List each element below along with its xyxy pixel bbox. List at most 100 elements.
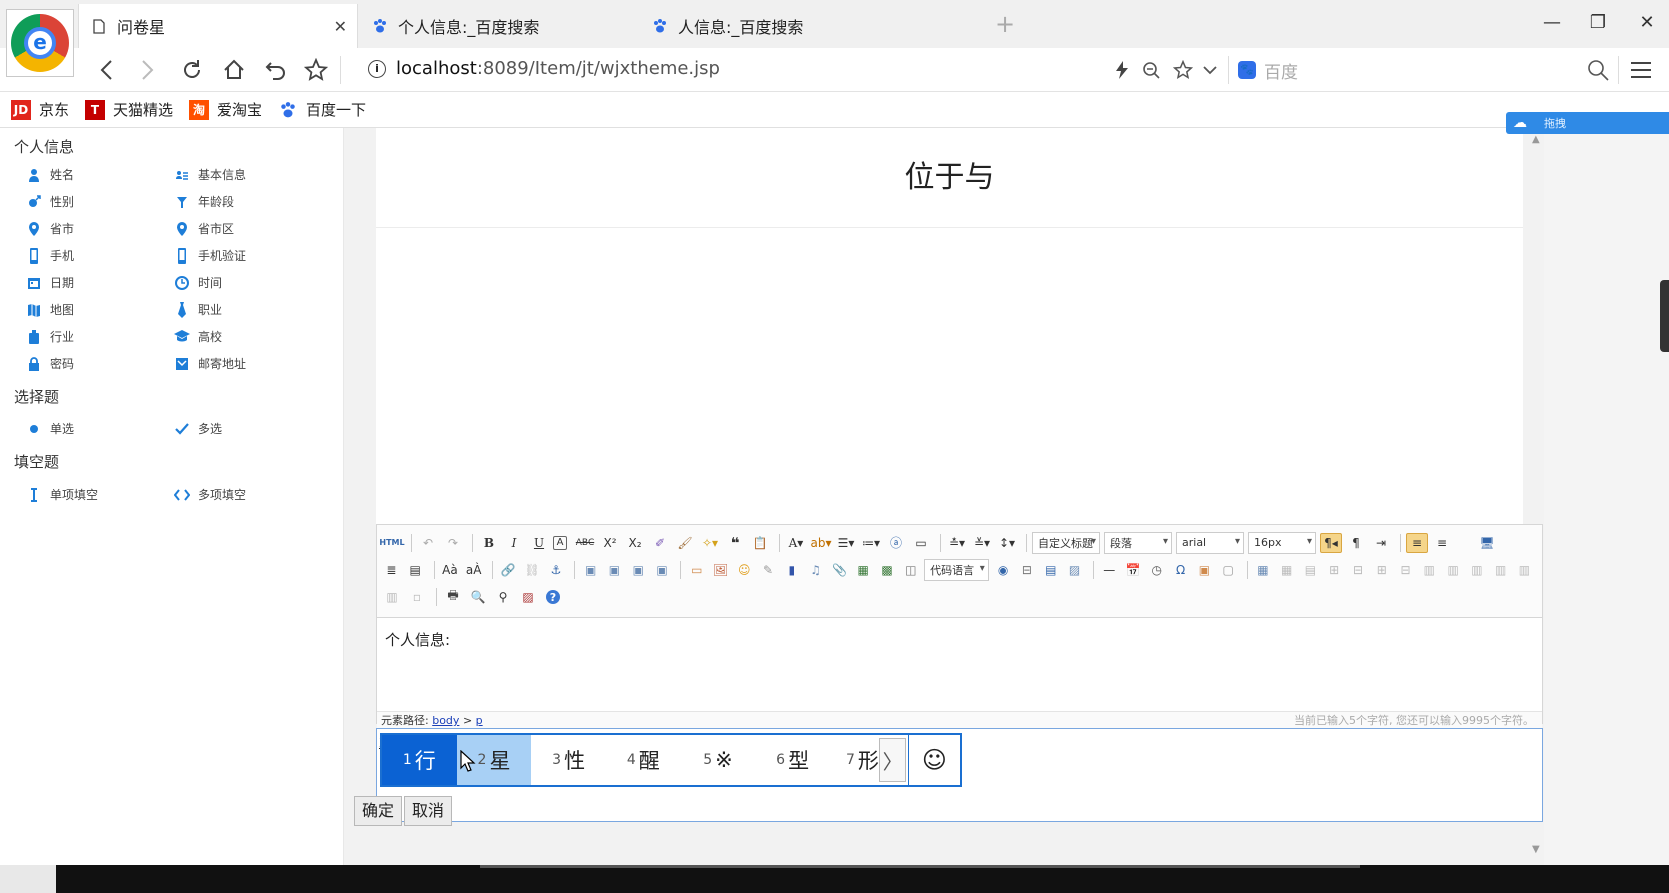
tab-wenjuanxing[interactable]: 问卷星 ✕ (78, 4, 358, 48)
blockquote-icon[interactable]: ❝ (724, 533, 746, 553)
font-size-select[interactable]: 16px (1248, 531, 1316, 554)
to-uppercase-icon[interactable]: Aà (440, 560, 461, 580)
html-source-icon[interactable]: HTML (379, 533, 404, 553)
back-icon[interactable] (92, 56, 120, 84)
auto-format-icon[interactable]: ✧▾ (699, 533, 721, 553)
menu-icon[interactable] (1628, 56, 1654, 84)
split-cells-icon[interactable]: ▥ (1490, 560, 1511, 580)
align-center-icon[interactable]: ≡ (1431, 533, 1453, 553)
bold-icon[interactable]: B (478, 533, 500, 553)
ime-candidate-6[interactable]: 6型 (755, 735, 830, 785)
insert-image-icon[interactable]: 🖼 (710, 560, 731, 580)
address-field[interactable]: i localhost:8089/Item/jt/wjxtheme.jsp (368, 58, 720, 79)
eraser-icon[interactable]: ✐ (649, 533, 671, 553)
survey-title[interactable]: 位于与 (376, 128, 1523, 228)
word-image-icon[interactable]: ▣ (1194, 560, 1215, 580)
redo-icon[interactable]: ↷ (442, 533, 464, 553)
ime-emoji-icon[interactable]: ☺ (909, 735, 960, 785)
delete-row-icon[interactable]: ⊟ (1348, 560, 1369, 580)
insert-date-icon[interactable]: 📅 (1123, 560, 1144, 580)
sidebar-item-password[interactable]: 密码 (26, 355, 74, 372)
sidebar-item-time[interactable]: 时间 (174, 274, 222, 291)
font-border-icon[interactable]: A (553, 535, 567, 550)
strikethrough-icon[interactable]: ABC (574, 533, 596, 553)
background-color-icon[interactable]: ab▾ (810, 533, 832, 553)
split-rows-icon[interactable]: ▥ (1514, 560, 1535, 580)
lightning-icon[interactable] (1112, 56, 1132, 84)
cancel-button[interactable]: 取消 (404, 796, 453, 826)
delete-table-icon[interactable]: ▦ (1276, 560, 1297, 580)
taskbar-start[interactable] (0, 865, 56, 893)
image-none-icon[interactable]: ▣ (580, 560, 601, 580)
info-icon[interactable]: i (368, 59, 386, 78)
editor-content-area[interactable]: 个人信息: (377, 619, 1542, 711)
align-right-icon[interactable]: ≣ (381, 560, 402, 580)
row-spacing-top-icon[interactable]: ≛▾ (946, 533, 968, 553)
reload-icon[interactable] (178, 56, 206, 84)
zoom-out-icon[interactable] (1140, 56, 1162, 84)
unordered-list-icon[interactable]: ≔▾ (860, 533, 882, 553)
browser-logo[interactable]: e (6, 9, 74, 77)
side-handle[interactable] (1660, 280, 1669, 352)
ime-candidate-5[interactable]: 5 ※ (681, 735, 756, 785)
web-app-icon[interactable]: ◉ (993, 560, 1014, 580)
sidebar-item-age-range[interactable]: 年龄段 (174, 193, 234, 210)
attachment-icon[interactable]: 📎 (829, 560, 850, 580)
sidebar-item-university[interactable]: 高校 (174, 328, 222, 345)
path-link-p[interactable]: p (476, 714, 483, 727)
font-family-select[interactable]: arial (1176, 531, 1244, 554)
new-tab-icon[interactable]: + (995, 10, 1015, 38)
row-spacing-bottom-icon[interactable]: ≚▾ (971, 533, 993, 553)
minimize-icon[interactable]: — (1540, 10, 1564, 34)
music-icon[interactable]: ♫ (805, 560, 826, 580)
ordered-list-icon[interactable]: ☰▾ (835, 533, 857, 553)
link-icon[interactable]: 🔗 (498, 560, 519, 580)
ime-candidate-7[interactable]: 7形 (830, 735, 879, 785)
merge-cells-icon[interactable]: ▥ (1419, 560, 1440, 580)
split-cols-icon[interactable]: ▥ (381, 587, 403, 607)
scrawl-icon[interactable]: ✎ (758, 560, 779, 580)
search-icon[interactable] (1585, 56, 1611, 84)
sidebar-item-industry[interactable]: 行业 (26, 328, 74, 345)
sidebar-item-mailing-address[interactable]: 邮寄地址 (174, 355, 246, 372)
template-icon[interactable]: ▤ (1040, 560, 1061, 580)
close-window-icon[interactable]: ✕ (1635, 10, 1659, 34)
image-right-icon[interactable]: ▣ (628, 560, 649, 580)
insert-row-icon[interactable]: ⊞ (1324, 560, 1345, 580)
delete-col-icon[interactable]: ⊟ (1395, 560, 1416, 580)
table-props-icon[interactable]: ▫ (406, 587, 428, 607)
insert-col-icon[interactable]: ⊞ (1371, 560, 1392, 580)
ime-next-page-icon[interactable]: 〉 (879, 738, 906, 782)
ime-candidate-1[interactable]: 1行 (382, 735, 457, 785)
sidebar-item-multi-choice[interactable]: 多选 (174, 420, 222, 437)
background-icon[interactable]: ▨ (1064, 560, 1085, 580)
scroll-down-arrow-icon[interactable]: ▼ (1532, 844, 1540, 855)
to-lowercase-icon[interactable]: aÀ (463, 560, 484, 580)
image-left-icon[interactable]: ▣ (604, 560, 625, 580)
image-center-icon[interactable]: ▣ (652, 560, 673, 580)
sidebar-item-gender[interactable]: 性别 (26, 193, 74, 210)
scroll-up-arrow-icon[interactable]: ▲ (1532, 134, 1540, 145)
special-chars-icon[interactable]: Ω (1170, 560, 1191, 580)
sidebar-item-single-choice[interactable]: 单选 (26, 420, 74, 437)
direction-rtl-icon[interactable]: ¶ (1345, 533, 1367, 553)
align-left-icon[interactable]: ≡ (1406, 532, 1428, 553)
sidebar-item-basic-info[interactable]: 基本信息 (174, 166, 246, 183)
search-input[interactable]: 🐾 百度 (1238, 56, 1568, 84)
drafts-icon[interactable]: ▨ (517, 587, 539, 607)
forward-icon[interactable] (134, 56, 162, 84)
undo-icon[interactable]: ↶ (417, 533, 439, 553)
line-height-icon[interactable]: ↕▾ (996, 533, 1018, 553)
bookmark-jd[interactable]: JD 京东 (11, 99, 69, 120)
path-link-body[interactable]: body (432, 714, 459, 727)
merge-right-icon[interactable]: ▥ (1443, 560, 1464, 580)
close-tab-icon[interactable]: ✕ (334, 17, 347, 36)
sidebar-item-date[interactable]: 日期 (26, 274, 74, 291)
search-replace-icon[interactable]: ▢ (1218, 560, 1239, 580)
indent-icon[interactable]: ⇥ (1370, 533, 1392, 553)
sidebar-item-mobile-verify[interactable]: 手机验证 (174, 247, 246, 264)
insert-time-icon[interactable]: ◷ (1146, 560, 1167, 580)
insert-video-icon[interactable]: ▮ (781, 560, 802, 580)
cloud-drag-widget[interactable]: ☁ 拖拽 (1506, 112, 1669, 134)
format-painter-icon[interactable]: 🖌 (674, 533, 696, 553)
